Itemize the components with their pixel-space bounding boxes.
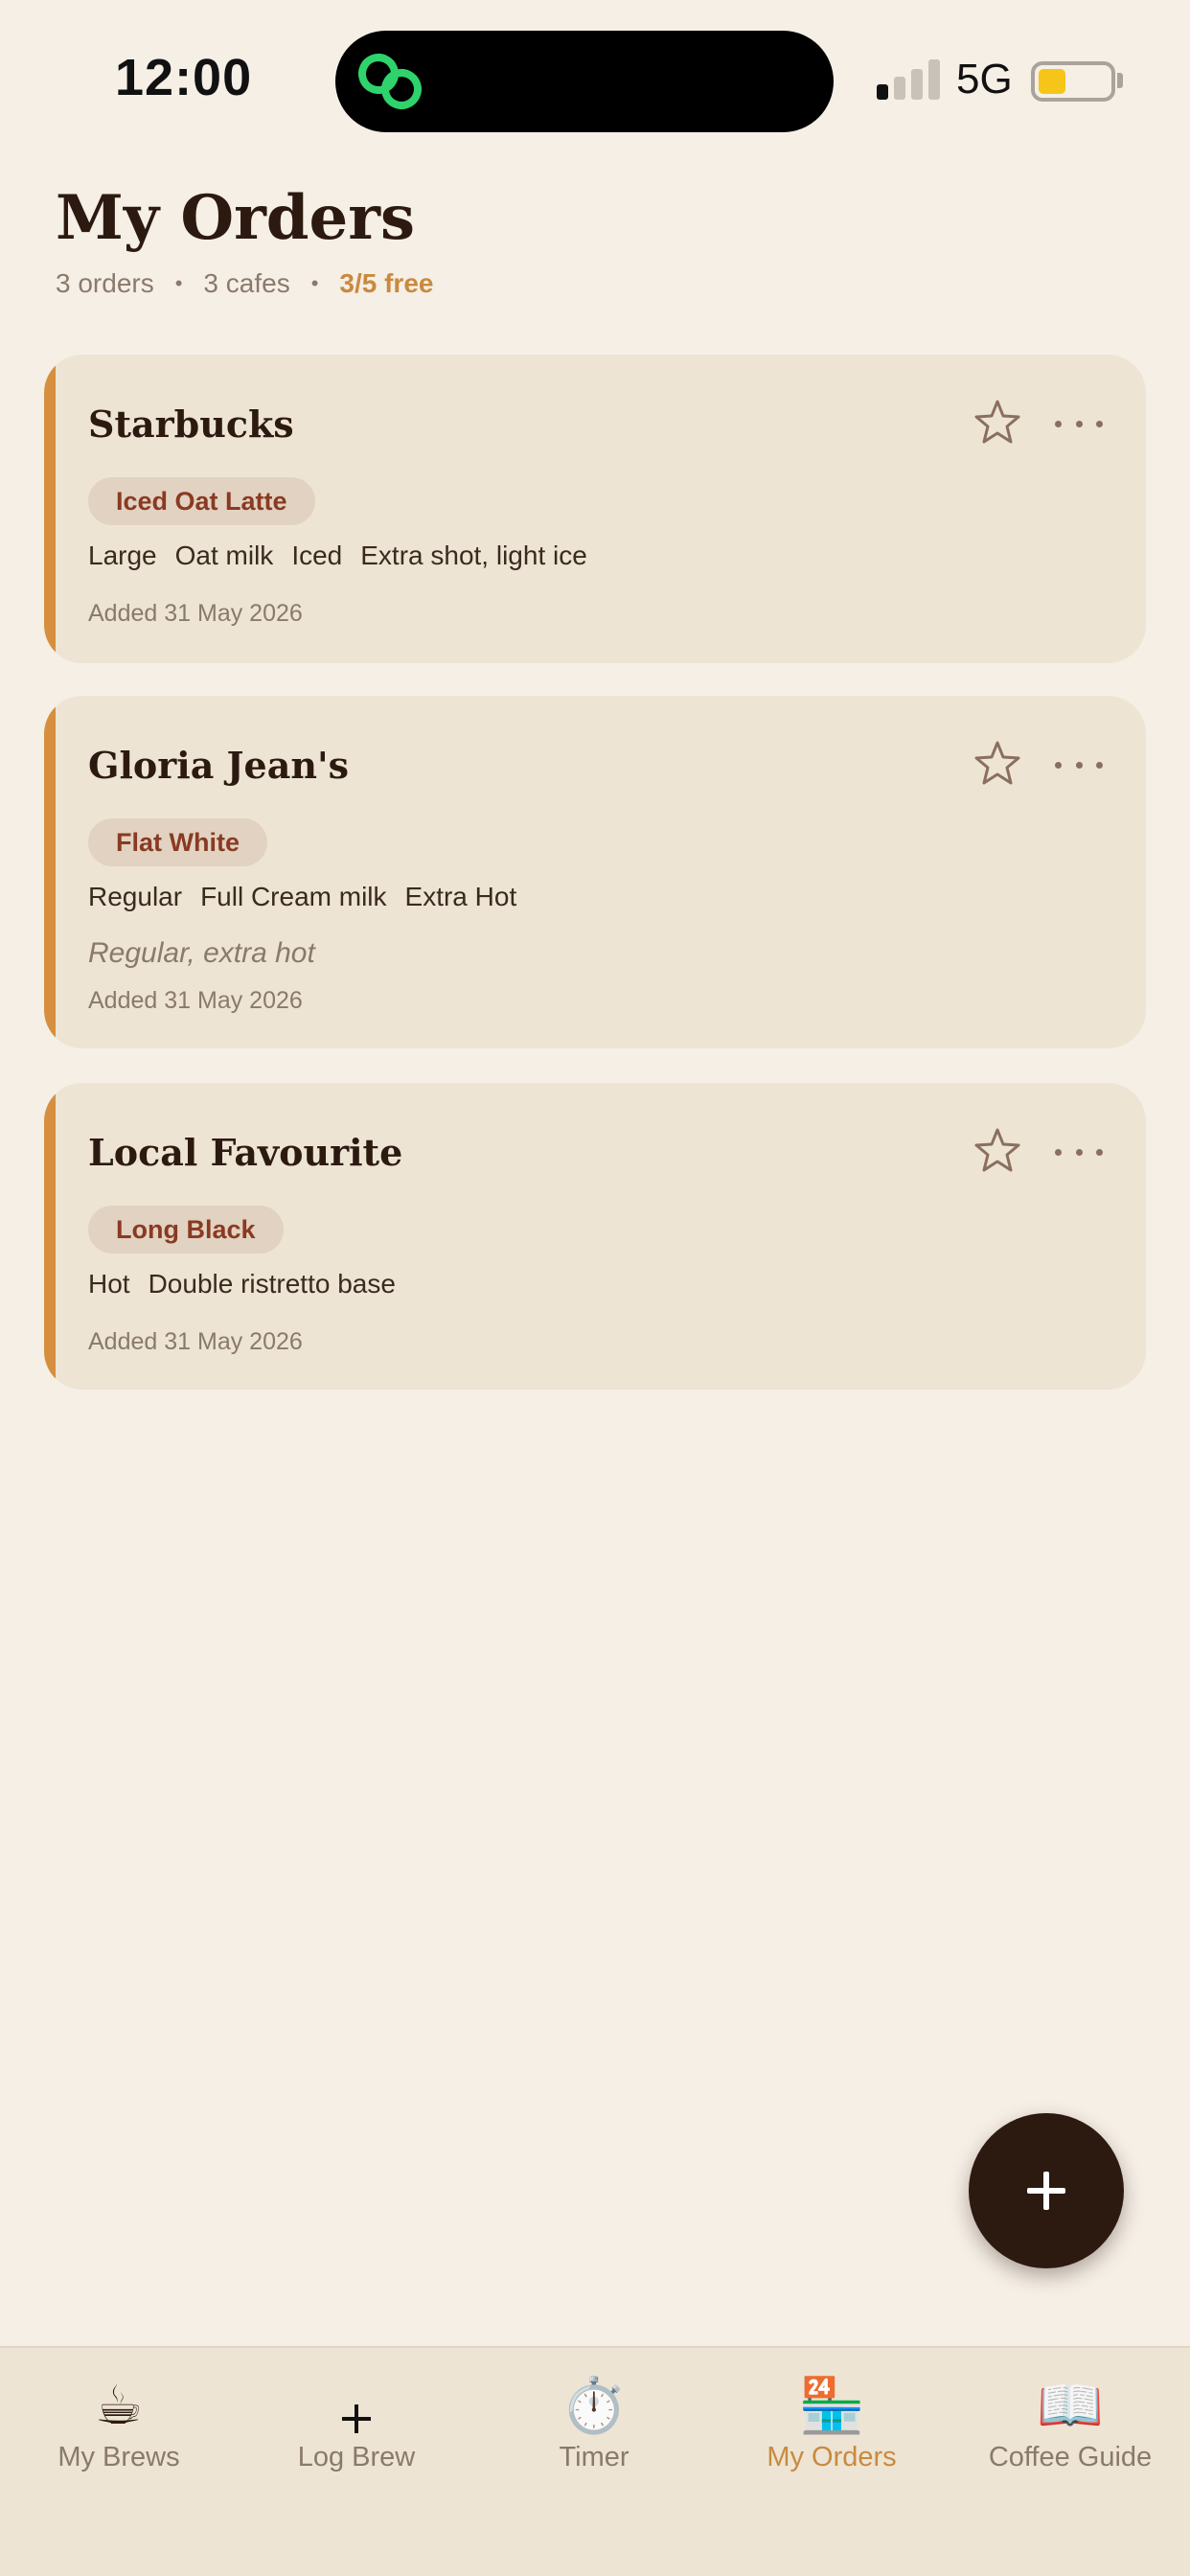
- tab-my-orders[interactable]: 🏪 My Orders: [713, 2348, 950, 2501]
- order-options: Large Oat milk Iced Extra shot, light ic…: [88, 540, 587, 571]
- tab-label: Coffee Guide: [988, 2442, 1153, 2472]
- tab-log-brew[interactable]: Log Brew: [238, 2348, 475, 2501]
- order-note: Regular, extra hot: [88, 937, 315, 969]
- option-tag: Full Cream milk: [200, 882, 387, 911]
- order-options: Hot Double ristretto base: [88, 1269, 396, 1300]
- added-date: Added 31 May 2026: [88, 987, 303, 1014]
- orders-summary: 3 orders • 3 cafes • 3/5 free: [56, 268, 433, 299]
- drink-badge: Iced Oat Latte: [88, 477, 315, 525]
- add-order-button[interactable]: [969, 2113, 1124, 2268]
- favourite-star-icon[interactable]: [973, 1127, 1021, 1175]
- option-tag: Hot: [88, 1269, 130, 1299]
- status-time: 12:00: [115, 49, 253, 106]
- option-tag: Extra Hot: [404, 882, 517, 911]
- tab-label: My Brews: [57, 2442, 180, 2472]
- tab-label: Log Brew: [297, 2442, 416, 2472]
- favourite-star-icon[interactable]: [973, 399, 1021, 447]
- tab-label: Timer: [559, 2442, 629, 2472]
- option-tag: Large: [88, 540, 157, 570]
- link-icon: [358, 54, 422, 109]
- plus-icon: [1027, 2172, 1065, 2210]
- more-options-icon[interactable]: [1055, 1133, 1103, 1171]
- battery-nub: [1117, 73, 1123, 88]
- tab-coffee-guide[interactable]: 📖 Coffee Guide: [950, 2348, 1190, 2501]
- added-date: Added 31 May 2026: [88, 1328, 303, 1355]
- order-options: Regular Full Cream milk Extra Hot: [88, 882, 516, 912]
- free-quota: 3/5 free: [339, 268, 434, 298]
- signal-icon: [877, 59, 940, 100]
- cafe-name: Starbucks: [88, 402, 294, 446]
- dynamic-island: [335, 31, 834, 132]
- store-icon: 🏪: [798, 2375, 865, 2435]
- option-tag: Regular: [88, 882, 183, 911]
- orders-count: 3 orders: [56, 268, 154, 298]
- battery-icon: [1031, 61, 1115, 102]
- order-card[interactable]: Starbucks Iced Oat Latte Large Oat milk …: [44, 355, 1146, 663]
- more-options-icon[interactable]: [1055, 404, 1103, 443]
- book-icon: 📖: [1037, 2375, 1104, 2435]
- plus-icon: [238, 2375, 475, 2436]
- page-title: My Orders: [56, 182, 415, 254]
- option-tag: Iced: [291, 540, 343, 570]
- tab-my-brews[interactable]: ☕ My Brews: [0, 2348, 238, 2501]
- tab-bar: ☕ My Brews Log Brew ⏱️ Timer 🏪 My Orders…: [0, 2346, 1190, 2576]
- order-card[interactable]: Local Favourite Long Black Hot Double ri…: [44, 1083, 1146, 1390]
- tab-timer[interactable]: ⏱️ Timer: [475, 2348, 713, 2501]
- cafes-count: 3 cafes: [203, 268, 290, 298]
- stopwatch-icon: ⏱️: [561, 2375, 628, 2435]
- option-tag: Oat milk: [174, 540, 274, 570]
- drink-badge: Flat White: [88, 818, 267, 866]
- screen: 12:00 5G My Orders 3 orders • 3 cafes • …: [0, 0, 1190, 2576]
- favourite-star-icon[interactable]: [973, 740, 1021, 788]
- option-tag: Double ristretto base: [148, 1269, 396, 1299]
- coffee-cup-icon: ☕: [94, 2375, 144, 2435]
- separator-dot: •: [174, 271, 183, 295]
- status-bar: 12:00 5G: [0, 0, 1190, 163]
- network-type: 5G: [956, 56, 1013, 103]
- more-options-icon[interactable]: [1055, 746, 1103, 784]
- drink-badge: Long Black: [88, 1206, 284, 1254]
- separator-dot: •: [310, 271, 319, 295]
- tab-label: My Orders: [767, 2442, 897, 2472]
- option-tag: Extra shot, light ice: [360, 540, 587, 570]
- cafe-name: Gloria Jean's: [88, 744, 349, 787]
- order-card[interactable]: Gloria Jean's Flat White Regular Full Cr…: [44, 696, 1146, 1048]
- cafe-name: Local Favourite: [88, 1131, 403, 1174]
- added-date: Added 31 May 2026: [88, 600, 303, 627]
